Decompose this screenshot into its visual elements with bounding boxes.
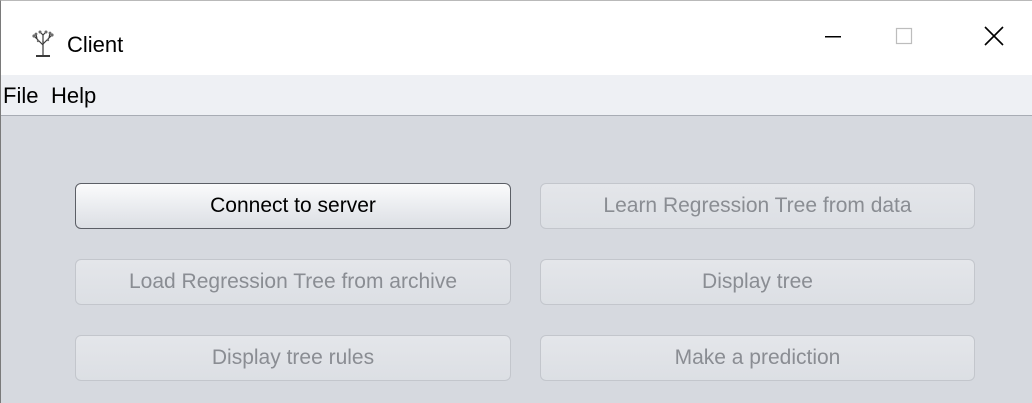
- make-prediction-button[interactable]: Make a prediction: [540, 335, 975, 381]
- menu-bar: File Help: [1, 75, 1032, 116]
- menu-file[interactable]: File: [3, 83, 38, 109]
- load-regression-tree-button[interactable]: Load Regression Tree from archive: [75, 259, 511, 305]
- connect-to-server-button[interactable]: Connect to server: [75, 183, 511, 229]
- close-button[interactable]: [962, 1, 1026, 75]
- menu-help[interactable]: Help: [51, 83, 96, 109]
- maximize-icon: [894, 26, 914, 51]
- minimize-icon: [823, 26, 843, 51]
- display-tree-rules-button[interactable]: Display tree rules: [75, 335, 511, 381]
- minimize-button[interactable]: [801, 1, 865, 75]
- close-icon: [983, 25, 1005, 52]
- window-title: Client: [67, 32, 124, 57]
- main-panel: Connect to server Learn Regression Tree …: [1, 116, 1032, 403]
- client-window: Client File Help Connect to server Learn…: [0, 0, 1032, 403]
- tree-app-icon: [28, 29, 58, 59]
- display-tree-button[interactable]: Display tree: [540, 259, 975, 305]
- maximize-button[interactable]: [872, 1, 936, 75]
- learn-regression-tree-button[interactable]: Learn Regression Tree from data: [540, 183, 975, 229]
- title-bar[interactable]: Client: [1, 1, 1032, 75]
